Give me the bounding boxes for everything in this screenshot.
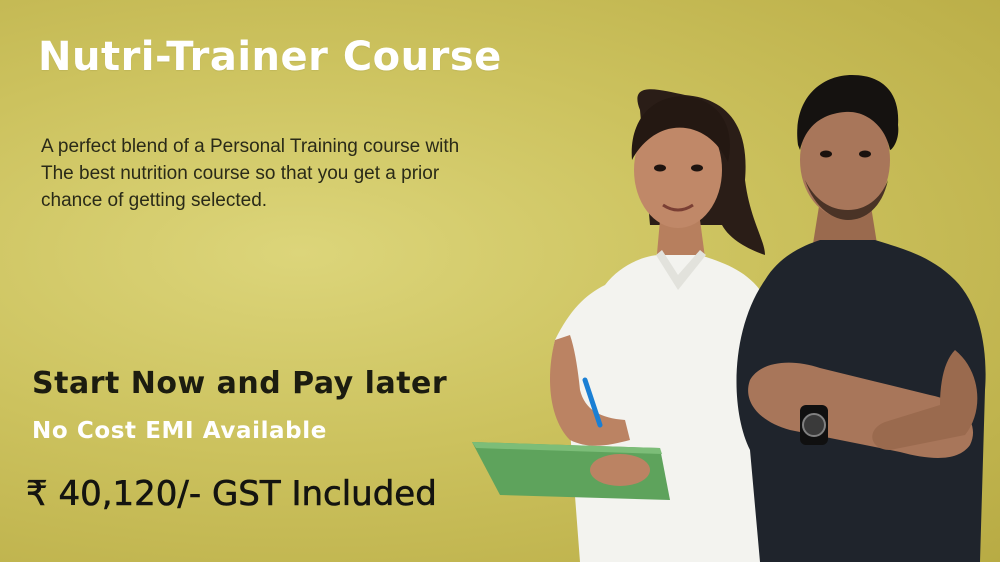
course-banner: Nutri-Trainer Course A perfect blend of … — [0, 0, 1000, 562]
emi-subheading: No Cost EMI Available — [32, 418, 327, 444]
male-trainer-figure — [736, 75, 986, 562]
trainers-photo — [472, 75, 986, 562]
start-now-heading: Start Now and Pay later — [32, 366, 448, 401]
course-title: Nutri-Trainer Course — [38, 34, 502, 80]
female-trainer-figure — [472, 89, 770, 562]
price-label: ₹ 40,120/- GST Included — [26, 474, 437, 515]
